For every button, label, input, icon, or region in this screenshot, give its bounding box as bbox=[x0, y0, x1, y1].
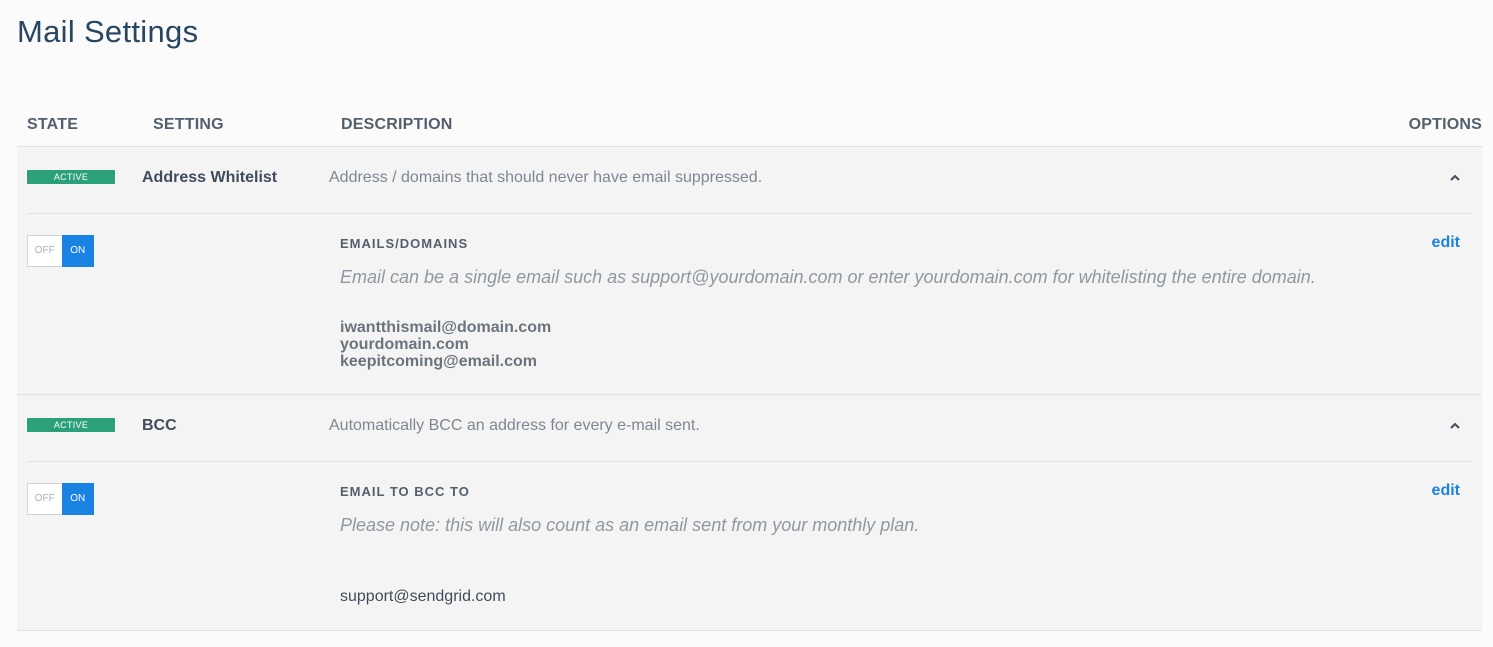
chevron-up-icon[interactable] bbox=[1448, 171, 1462, 185]
setting-name: Address Whitelist bbox=[142, 169, 278, 186]
on-off-toggle[interactable]: OFF ON bbox=[27, 235, 94, 267]
toggle-off-label: OFF bbox=[34, 245, 55, 256]
toggle-on-label: ON bbox=[61, 483, 94, 515]
field-help-text: Email can be a single email such as supp… bbox=[340, 267, 1316, 287]
whitelist-entry: keepitcoming@email.com bbox=[340, 353, 537, 370]
edit-link[interactable]: edit bbox=[1432, 234, 1460, 252]
field-label: EMAIL TO BCC TO bbox=[340, 484, 470, 499]
column-header-state: STATE bbox=[27, 116, 79, 133]
column-header-setting: SETTING bbox=[153, 116, 224, 133]
whitelist-entry: yourdomain.com bbox=[340, 336, 469, 353]
setting-row-bcc: ACTIVE BCC Automatically BCC an address … bbox=[17, 395, 1482, 631]
status-badge: ACTIVE bbox=[27, 418, 115, 432]
bcc-email-value: support@sendgrid.com bbox=[340, 588, 506, 605]
column-header-description: DESCRIPTION bbox=[341, 116, 453, 133]
whitelist-values: iwantthismail@domain.com yourdomain.com … bbox=[340, 319, 551, 370]
setting-description: Address / domains that should never have… bbox=[329, 169, 763, 186]
field-label: EMAILS/DOMAINS bbox=[340, 236, 469, 251]
divider bbox=[27, 461, 1472, 462]
toggle-off-label: OFF bbox=[34, 493, 55, 504]
on-off-toggle[interactable]: OFF ON bbox=[27, 483, 94, 515]
edit-link[interactable]: edit bbox=[1432, 482, 1460, 500]
setting-description: Automatically BCC an address for every e… bbox=[329, 417, 700, 434]
table-header: STATE SETTING DESCRIPTION OPTIONS bbox=[17, 114, 1482, 147]
chevron-up-icon[interactable] bbox=[1448, 419, 1462, 433]
field-help-text: Please note: this will also count as an … bbox=[340, 515, 920, 535]
status-badge: ACTIVE bbox=[27, 170, 115, 184]
toggle-on-label: ON bbox=[61, 235, 94, 267]
mail-settings-page: Mail Settings STATE SETTING DESCRIPTION … bbox=[0, 0, 1493, 647]
divider bbox=[27, 213, 1472, 214]
setting-row-address-whitelist: ACTIVE Address Whitelist Address / domai… bbox=[17, 147, 1482, 395]
whitelist-entry: iwantthismail@domain.com bbox=[340, 319, 552, 336]
page-title: Mail Settings bbox=[17, 14, 199, 49]
setting-name: BCC bbox=[142, 417, 177, 434]
setting-row-header[interactable]: ACTIVE BCC Automatically BCC an address … bbox=[17, 395, 1482, 461]
setting-row-header[interactable]: ACTIVE Address Whitelist Address / domai… bbox=[17, 147, 1482, 213]
column-header-options: OPTIONS bbox=[1408, 116, 1482, 133]
